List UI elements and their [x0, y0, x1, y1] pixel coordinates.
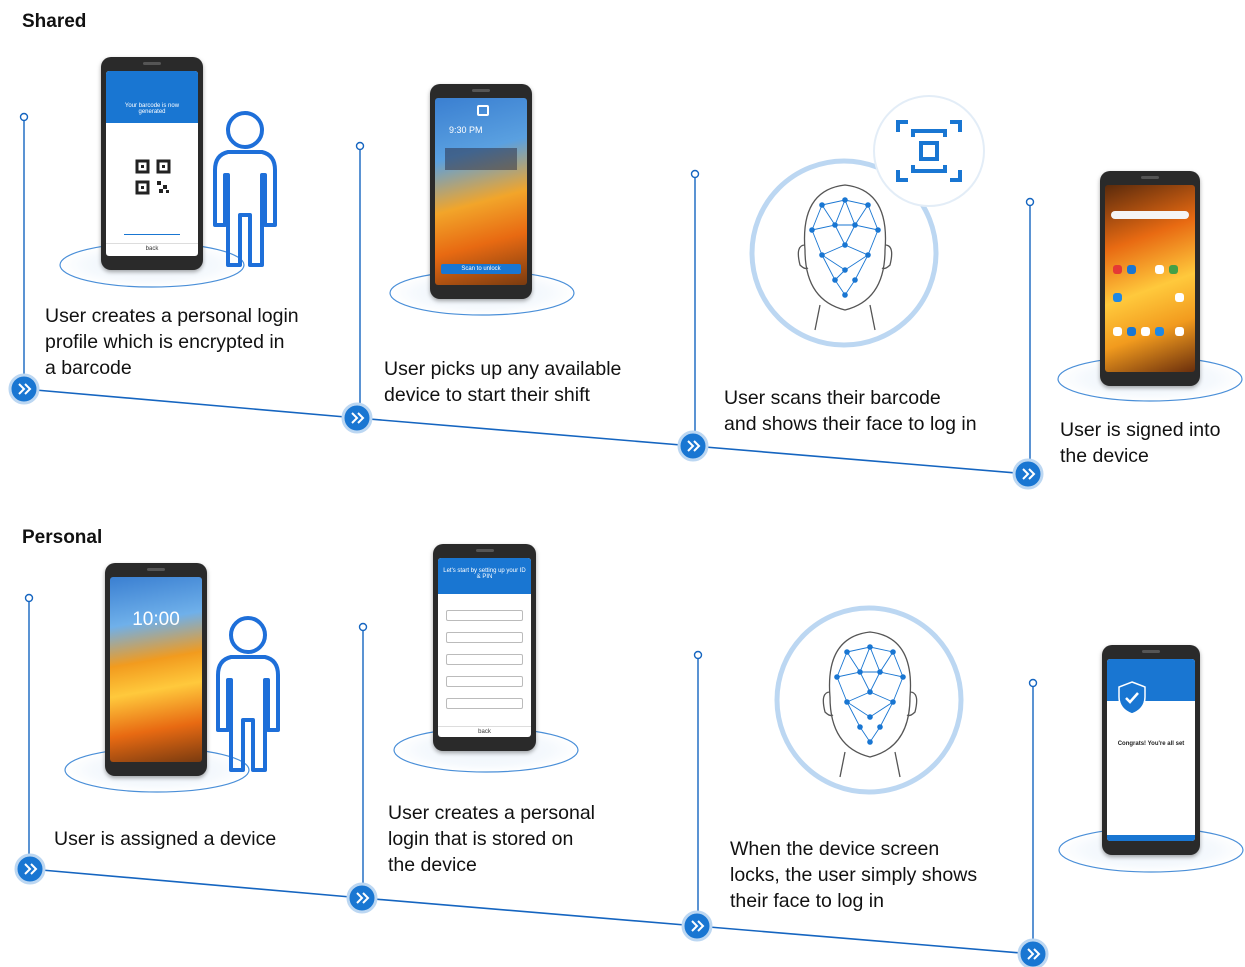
- chevron-marker-icon: [8, 373, 40, 405]
- chevron-marker-icon: [341, 402, 373, 434]
- setup-field[interactable]: [446, 654, 523, 665]
- personal-stem-4: [1028, 678, 1038, 954]
- phone-success: Congrats! You're all set: [1102, 645, 1200, 855]
- shared-step-3-caption: User scans their barcode and shows their…: [724, 387, 977, 435]
- lock-icon: [477, 105, 489, 116]
- personal-step-3-caption: When the device screen locks, the user s…: [730, 838, 978, 912]
- barcode-back-button[interactable]: back: [106, 243, 198, 252]
- barcode-header-text: Your barcode is now generated: [124, 103, 180, 115]
- setup-field[interactable]: [446, 610, 523, 621]
- success-text: Congrats! You're all set: [1117, 741, 1185, 747]
- shared-step-2-caption: User picks up any available device to st…: [384, 358, 622, 406]
- shared-stem-1: [19, 112, 29, 389]
- phone-lock-screen: 9:30 PM Scan to unlock: [430, 84, 532, 299]
- qr-code-icon: [135, 159, 171, 195]
- scan-to-unlock-button[interactable]: Scan to unlock: [441, 264, 521, 274]
- chevron-marker-icon: [681, 910, 713, 942]
- setup-field[interactable]: [446, 676, 523, 687]
- phone-barcode: Your barcode is now generated back: [101, 57, 203, 270]
- chevron-marker-icon: [346, 882, 378, 914]
- shared-stem-4: [1025, 197, 1035, 474]
- shared-step-4-caption: User is signed into the device: [1060, 419, 1221, 467]
- home-time-text: 10:00: [132, 609, 180, 630]
- personal-stem-1: [24, 593, 34, 869]
- setup-back-button[interactable]: back: [438, 726, 531, 735]
- face-scan-icon: [774, 605, 964, 795]
- phone-setup-pin: Let's start by setting up your ID & PIN …: [433, 544, 536, 751]
- setup-field[interactable]: [446, 698, 523, 709]
- chevron-marker-icon: [1012, 458, 1044, 490]
- chevron-marker-icon: [1017, 938, 1049, 967]
- shared-step-1-caption: User creates a personal login profile wh…: [45, 305, 299, 379]
- setup-field[interactable]: [446, 632, 523, 643]
- chevron-marker-icon: [14, 853, 46, 885]
- person-figure-icon: [216, 616, 280, 772]
- personal-stem-3: [693, 650, 703, 926]
- person-figure-icon: [213, 111, 277, 267]
- personal-stem-2: [358, 622, 368, 898]
- shared-stem-3: [690, 169, 700, 446]
- chevron-marker-icon: [677, 430, 709, 462]
- scan-badge-icon: [873, 95, 985, 207]
- personal-step-2-caption: User creates a personal login that is st…: [388, 802, 596, 876]
- home-search-bar[interactable]: [1111, 211, 1189, 219]
- phone-home-screen: [1100, 171, 1200, 386]
- shield-check-icon: [1118, 681, 1146, 715]
- setup-header-text: Let's start by setting up your ID & PIN: [443, 568, 526, 580]
- phone-assigned-device: 10:00: [105, 563, 207, 776]
- personal-step-1-caption: User is assigned a device: [54, 828, 277, 850]
- shared-stem-2: [355, 141, 365, 418]
- lock-time-text: 9:30 PM: [449, 125, 483, 135]
